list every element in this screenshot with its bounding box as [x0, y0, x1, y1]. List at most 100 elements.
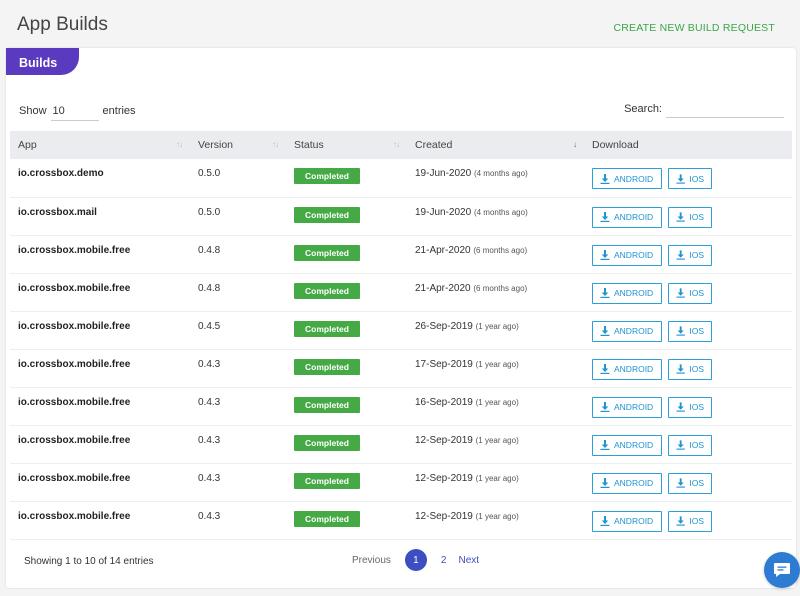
download-ios-button[interactable]: IOS — [668, 434, 712, 456]
created-cell: 12-Sep-2019 (1 year ago) — [407, 425, 584, 464]
page-1-button[interactable]: 1 — [404, 549, 427, 571]
status-cell: Completed — [286, 349, 407, 388]
created-date: 16-Sep-2019 — [415, 396, 473, 408]
android-label: ANDROID — [614, 478, 654, 488]
download-ios-button[interactable]: IOS — [668, 282, 712, 304]
app-cell: io.crossbox.mobile.free — [10, 311, 190, 350]
status-badge: Completed — [294, 320, 360, 337]
download-ios-button[interactable]: IOS — [668, 168, 712, 189]
ios-label: IOS — [689, 288, 704, 298]
download-android-button[interactable]: ANDROID — [592, 244, 662, 266]
download-ios-button[interactable]: IOS — [668, 396, 712, 418]
download-cell: ANDROID IOS — [584, 387, 792, 426]
created-ago: (1 year ago) — [475, 435, 519, 445]
ios-label: IOS — [689, 250, 704, 260]
download-icon — [600, 212, 610, 222]
status-cell: Completed — [286, 273, 407, 312]
download-icon — [676, 250, 685, 260]
download-icon — [676, 516, 685, 526]
table-row: io.crossbox.mail 0.5.0 Completed 19-Jun-202… — [10, 197, 792, 236]
table-header-row: App ↑↓ Version ↑↓ Status ↑↓ Created ↓ Downlo… — [10, 131, 792, 159]
download-android-button[interactable]: ANDROID — [592, 434, 662, 456]
download-android-button[interactable]: ANDROID — [592, 168, 662, 189]
app-cell: io.crossbox.demo — [10, 159, 190, 198]
android-label: ANDROID — [614, 250, 654, 260]
download-android-button[interactable]: ANDROID — [592, 472, 662, 494]
download-android-button[interactable]: ANDROID — [592, 510, 662, 532]
download-android-button[interactable]: ANDROID — [592, 206, 662, 228]
created-ago: (1 year ago) — [475, 473, 519, 483]
download-icon — [676, 440, 685, 450]
status-cell: Completed — [286, 463, 407, 502]
table-row: io.crossbox.mobile.free 0.4.8 Completed 21-… — [10, 273, 792, 312]
status-badge: Completed — [294, 434, 360, 451]
builds-card: Builds Show entries Search: App↑↓ Versio… — [6, 48, 796, 588]
download-android-button[interactable]: ANDROID — [592, 396, 662, 418]
download-ios-button[interactable]: IOS — [668, 358, 712, 380]
app-cell: io.crossbox.mobile.free — [10, 349, 190, 388]
column-header-app[interactable]: App ↑↓ — [10, 131, 190, 159]
download-ios-button[interactable]: IOS — [668, 206, 712, 228]
download-icon — [600, 173, 610, 184]
download-icon — [676, 326, 685, 336]
download-icon — [600, 516, 610, 526]
download-ios-button[interactable]: IOS — [668, 510, 712, 532]
download-icon — [676, 212, 685, 222]
app-name: io.crossbox.mobile.free — [18, 282, 131, 294]
ios-label: IOS — [689, 326, 704, 336]
created-date: 12-Sep-2019 — [415, 510, 473, 522]
download-icon — [676, 478, 685, 488]
column-header-version[interactable]: Version ↑↓ — [190, 131, 286, 159]
status-badge: Completed — [294, 206, 360, 223]
app-name: io.crossbox.mobile.free — [18, 396, 131, 408]
download-android-button[interactable]: ANDROID — [592, 358, 662, 380]
created-date: 21-Apr-2020 — [415, 282, 471, 294]
table-info: Showing 1 to 10 of 14 entries — [24, 556, 154, 567]
app-name: io.crossbox.demo — [18, 168, 104, 179]
download-cell: ANDROID IOS — [584, 273, 792, 312]
status-cell: Completed — [286, 159, 407, 198]
column-header-created[interactable]: Created ↓ — [407, 131, 584, 159]
table-row: io.crossbox.mobile.free 0.4.3 Completed 12-… — [10, 501, 792, 540]
download-icon — [676, 173, 685, 184]
app-name: io.crossbox.mobile.free — [18, 320, 131, 332]
android-label: ANDROID — [614, 440, 654, 450]
download-ios-button[interactable]: IOS — [668, 320, 712, 342]
show-label: Show — [19, 105, 47, 117]
table-row: io.crossbox.mobile.free 0.4.3 Completed 12-… — [10, 425, 792, 464]
created-cell: 26-Sep-2019 (1 year ago) — [407, 311, 584, 350]
page-2-button[interactable]: 2 — [435, 555, 453, 566]
table-row: io.crossbox.mobile.free 0.4.3 Completed 16-… — [10, 387, 792, 426]
download-icon — [600, 440, 610, 450]
download-android-button[interactable]: ANDROID — [592, 320, 662, 342]
previous-page-button[interactable]: Previous — [346, 555, 397, 566]
android-label: ANDROID — [614, 402, 654, 412]
status-cell: Completed — [286, 235, 407, 274]
sort-desc-icon: ↓ — [573, 140, 577, 149]
download-cell: ANDROID IOS — [584, 501, 792, 540]
created-date: 19-Jun-2020 — [415, 206, 472, 218]
page-title: App Builds — [17, 14, 108, 35]
chat-button[interactable] — [764, 552, 800, 588]
app-cell: io.crossbox.mobile.free — [10, 501, 190, 540]
download-ios-button[interactable]: IOS — [668, 472, 712, 494]
column-header-download: Download — [584, 131, 792, 159]
entries-select[interactable] — [50, 101, 99, 121]
chat-bubble-icon — [774, 563, 790, 577]
created-cell: 19-Jun-2020 (4 months ago) — [407, 197, 584, 236]
table-row: io.crossbox.mobile.free 0.4.3 Completed 17-… — [10, 349, 792, 388]
builds-tab[interactable]: Builds — [6, 48, 79, 75]
next-page-button[interactable]: Next — [452, 555, 485, 566]
column-header-status[interactable]: Status ↑↓ — [286, 131, 407, 159]
search-input[interactable] — [666, 100, 784, 118]
created-date: 12-Sep-2019 — [415, 472, 473, 484]
create-build-request-link[interactable]: CREATE NEW BUILD REQUEST — [613, 22, 775, 34]
table-row: io.crossbox.mobile.free 0.4.8 Completed 21-… — [10, 235, 792, 274]
download-ios-button[interactable]: IOS — [668, 244, 712, 266]
created-ago: (6 months ago) — [473, 283, 528, 293]
android-label: ANDROID — [614, 516, 654, 526]
download-android-button[interactable]: ANDROID — [592, 282, 662, 304]
created-date: 17-Sep-2019 — [415, 358, 473, 370]
sort-icon: ↑↓ — [393, 140, 400, 149]
status-badge: Completed — [294, 472, 360, 489]
